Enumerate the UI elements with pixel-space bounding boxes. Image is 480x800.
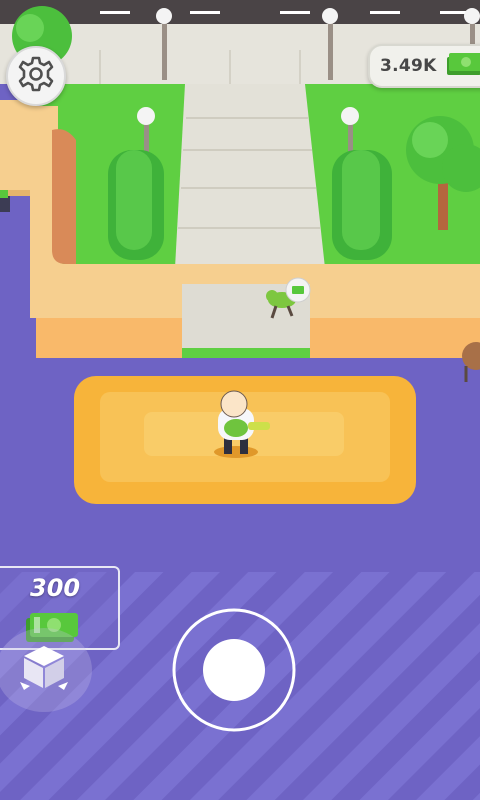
road (0, 0, 480, 26)
money-amount: 3.49K (380, 56, 437, 76)
gear-icon (16, 54, 56, 99)
box-action-button[interactable] (0, 628, 92, 712)
cash-icon (445, 51, 480, 82)
stone-path (175, 84, 325, 268)
box-icon (16, 642, 72, 699)
settings-button[interactable] (6, 46, 66, 106)
purchase-price: 300 (30, 574, 81, 602)
joystick[interactable] (172, 613, 296, 729)
money-display: 3.49K (368, 44, 480, 88)
